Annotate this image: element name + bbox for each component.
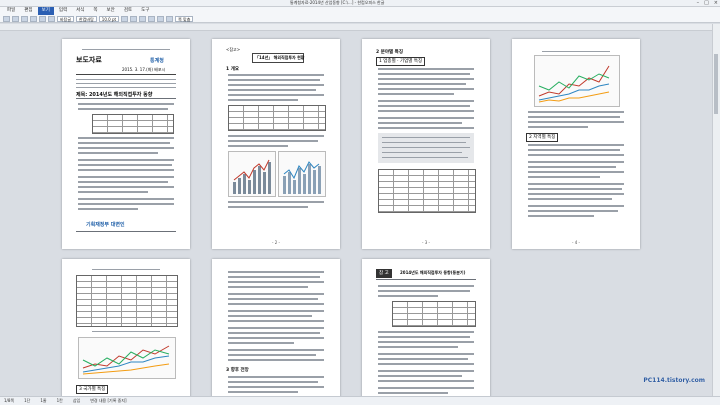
print-icon[interactable]: [30, 15, 37, 22]
align-right-icon[interactable]: [166, 15, 174, 22]
underline-icon[interactable]: [139, 15, 147, 22]
industry-table: [378, 169, 476, 213]
status-mode[interactable]: 삽입: [73, 398, 80, 404]
status-col: 1칸: [56, 398, 63, 403]
title-bar: 통계청자료-2014년 산업동향 [C:\...] - 한컴오피스 한글 – □…: [0, 0, 720, 7]
align-left-icon[interactable]: [148, 15, 156, 22]
page2-title: 「14년」 해외직접투자 현황: [255, 55, 305, 60]
menu-security[interactable]: 보안: [103, 7, 119, 15]
country-line-chart: [78, 337, 176, 379]
minimize-button[interactable]: –: [697, 0, 700, 6]
align-center-icon[interactable]: [157, 15, 165, 22]
release-title: 제목: 2014년도 해외직접투자 동향: [76, 92, 153, 98]
page-5[interactable]: 3 국가별 특징: [62, 259, 190, 399]
scroll-thumb[interactable]: [714, 54, 718, 114]
page-3[interactable]: 2 분야별 특징 1 업종별 · 기업별 특징 - 3 -: [362, 39, 490, 249]
status-changes[interactable]: 변경 내용 [기록 중지]: [90, 398, 126, 404]
maximize-button[interactable]: □: [704, 0, 709, 6]
industry-heading: 1 업종별 · 기업별 특징: [376, 57, 426, 66]
font-select[interactable]: 한컴바탕: [76, 15, 97, 22]
toolbar: 바탕글 한컴바탕 10.0 pt 쪽 맞춤: [0, 15, 720, 23]
page-7[interactable]: 참 고 2014년도 해외직접투자 동향(동분기): [362, 259, 490, 399]
overview-heading: 1 개요: [226, 67, 239, 72]
zoom-select[interactable]: 쪽 맞춤: [175, 15, 194, 22]
menu-page[interactable]: 쪽: [89, 7, 101, 15]
page-number: - 2 -: [272, 240, 280, 245]
page7-title: 2014년도 해외직접투자 동향(동분기): [400, 270, 466, 275]
page-6[interactable]: 3 향후 전망: [212, 259, 340, 399]
document-workspace: 보도자료 통계청 2015. 3. 17.(화) 배포시 제목: 2014년도 …: [0, 31, 713, 399]
bar-chart-right: [278, 151, 326, 197]
page-number: - 3 -: [422, 240, 430, 245]
undo-icon[interactable]: [39, 15, 46, 22]
vertical-scrollbar[interactable]: [712, 24, 720, 396]
summary-table: [92, 114, 174, 134]
bold-icon[interactable]: [121, 15, 129, 22]
region-heading: 2 지역별 특징: [526, 133, 559, 142]
page-4[interactable]: 2 지역별 특징 - 4 -: [512, 39, 640, 249]
status-section: 1단: [24, 398, 31, 403]
font-size-select[interactable]: 10.0 pt: [98, 15, 120, 22]
quarterly-table: [392, 301, 476, 327]
style-select[interactable]: 바탕글: [57, 15, 75, 22]
agency-logo: 통계청: [150, 58, 164, 64]
menu-format[interactable]: 서식: [72, 7, 88, 15]
status-line: 1줄: [40, 398, 47, 403]
ruler: [0, 24, 720, 31]
close-button[interactable]: ×: [714, 0, 718, 6]
ministry-logo: 기획재정부 대변인: [86, 222, 125, 228]
outlook-heading: 3 향후 전망: [226, 368, 249, 373]
window-title: 통계청자료-2014년 산업동향 [C:\...] - 한컴오피스 한글: [290, 0, 385, 5]
menu-insert[interactable]: 입력: [55, 7, 71, 15]
status-page: 1/8쪽: [4, 398, 15, 403]
page3-title: 2 분야별 특징: [376, 50, 403, 55]
status-bar: 1/8쪽 1단 1줄 1칸 삽입 변경 내용 [기록 중지]: [0, 396, 720, 405]
reference-tag: 참 고: [376, 269, 392, 278]
menu-view[interactable]: 보기: [37, 7, 54, 15]
open-icon[interactable]: [12, 15, 19, 22]
overview-table: [228, 105, 326, 131]
menu-tools[interactable]: 도구: [137, 7, 153, 15]
menu-edit[interactable]: 편집: [20, 7, 36, 15]
country-table: [76, 275, 178, 327]
page-1[interactable]: 보도자료 통계청 2015. 3. 17.(화) 배포시 제목: 2014년도 …: [62, 39, 190, 249]
reference-label: <참고>: [226, 47, 241, 52]
redo-icon[interactable]: [48, 15, 55, 22]
save-icon[interactable]: [21, 15, 28, 22]
bar-chart-left: [228, 151, 276, 197]
page-number: - 4 -: [572, 240, 580, 245]
release-date: 2015. 3. 17.(화) 배포시: [122, 67, 166, 72]
menu-file[interactable]: 파일: [3, 7, 19, 15]
italic-icon[interactable]: [130, 15, 138, 22]
line-chart: [534, 55, 620, 107]
menu-review[interactable]: 검토: [120, 7, 136, 15]
new-doc-icon[interactable]: [3, 15, 10, 22]
page-2[interactable]: <참고> 「14년」 해외직접투자 현황 1 개요 - 2 -: [212, 39, 340, 249]
watermark: PC114.tistory.com: [643, 377, 705, 384]
menu-bar: 파일 편집 보기 입력 서식 쪽 보안 검토 도구: [0, 7, 720, 15]
country-heading: 3 국가별 특징: [76, 385, 109, 394]
press-release-banner: 보도자료: [76, 56, 102, 64]
